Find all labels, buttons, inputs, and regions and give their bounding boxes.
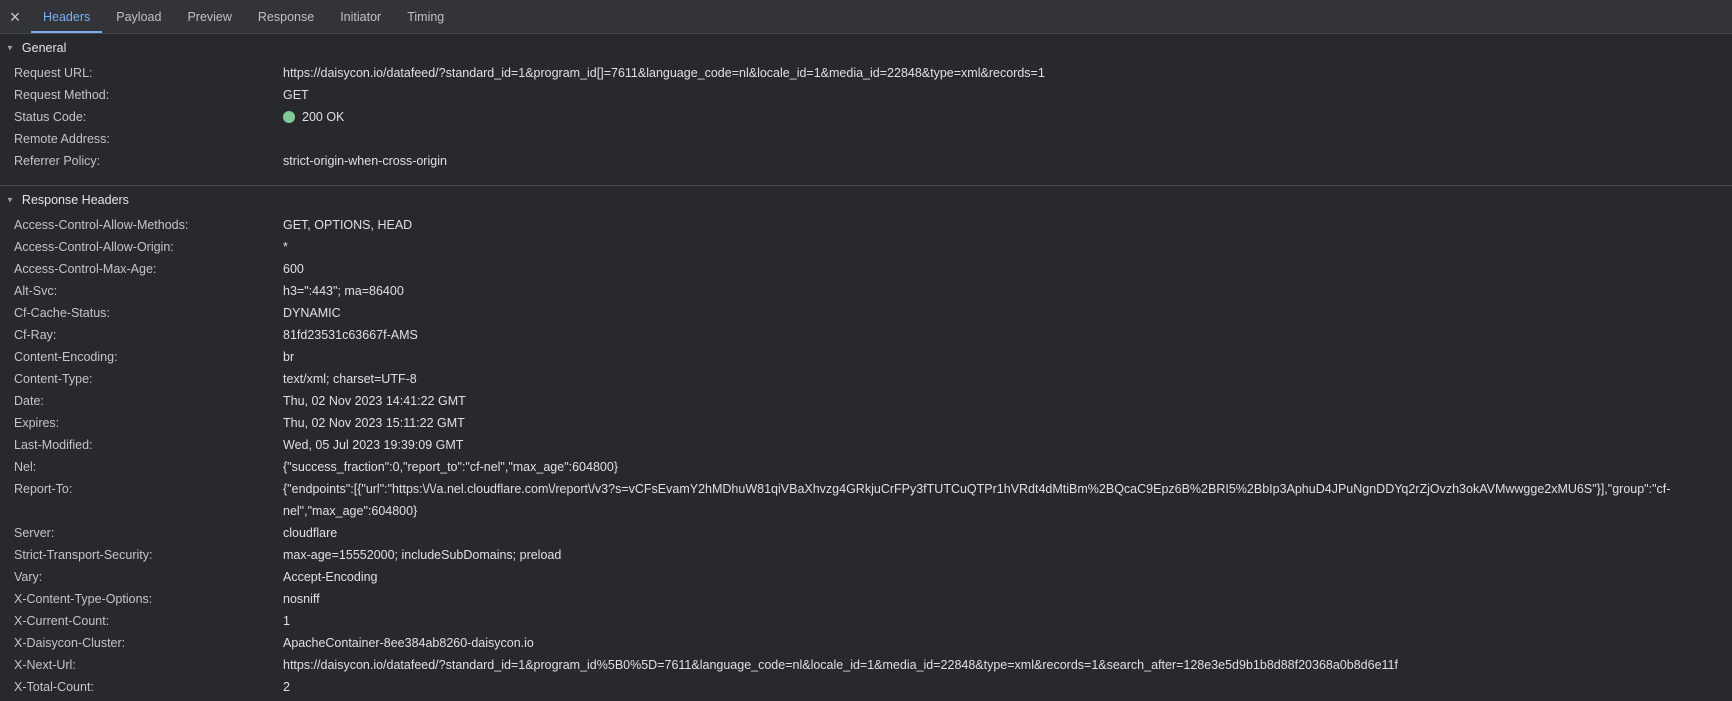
close-icon[interactable]: × [0, 0, 30, 33]
header-value: DYNAMIC [283, 302, 1722, 324]
header-name: Strict-Transport-Security: [14, 544, 283, 566]
header-value: strict-origin-when-cross-origin [283, 150, 1722, 172]
header-name: Content-Type: [14, 368, 283, 390]
header-name: Vary: [14, 566, 283, 588]
header-name: Request Method: [14, 84, 283, 106]
header-row: Expires:Thu, 02 Nov 2023 15:11:22 GMT [0, 412, 1732, 434]
header-value: cloudflare [283, 522, 1722, 544]
header-value: GET, OPTIONS, HEAD [283, 214, 1722, 236]
tab-timing[interactable]: Timing [395, 0, 456, 33]
header-value: 81fd23531c63667f-AMS [283, 324, 1722, 346]
header-row: Alt-Svc:h3=":443"; ma=86400 [0, 280, 1732, 302]
header-row: Cf-Ray:81fd23531c63667f-AMS [0, 324, 1732, 346]
header-name: Content-Encoding: [14, 346, 283, 368]
section-header-response-headers[interactable]: ▼ Response Headers [0, 186, 1732, 214]
header-name: Access-Control-Allow-Methods: [14, 214, 283, 236]
header-value: h3=":443"; ma=86400 [283, 280, 1722, 302]
header-value: https://daisycon.io/datafeed/?standard_i… [283, 654, 1722, 676]
header-value: {"endpoints":[{"url":"https:\/\/a.nel.cl… [283, 478, 1722, 522]
header-name: X-Content-Type-Options: [14, 588, 283, 610]
header-value: 600 [283, 258, 1722, 280]
header-name: Remote Address: [14, 128, 283, 150]
header-value: Accept-Encoding [283, 566, 1722, 588]
header-value: ApacheContainer-8ee384ab8260-daisycon.io [283, 632, 1722, 654]
header-name: X-Daisycon-Cluster: [14, 632, 283, 654]
header-value: {"success_fraction":0,"report_to":"cf-ne… [283, 456, 1722, 478]
header-row: X-Next-Url:https://daisycon.io/datafeed/… [0, 654, 1732, 676]
headers-panel[interactable]: ▼GeneralRequest URL:https://daisycon.io/… [0, 34, 1732, 701]
header-name: X-Total-Count: [14, 676, 283, 698]
tab-headers[interactable]: Headers [31, 0, 102, 33]
header-row: Strict-Transport-Security:max-age=155520… [0, 544, 1732, 566]
header-name: Report-To: [14, 478, 283, 522]
header-name: Referrer Policy: [14, 150, 283, 172]
header-value: 200 OK [283, 106, 1722, 128]
header-row: Content-Type:text/xml; charset=UTF-8 [0, 368, 1732, 390]
header-name: Alt-Svc: [14, 280, 283, 302]
header-value [283, 128, 1722, 150]
tab-preview[interactable]: Preview [175, 0, 243, 33]
header-value: text/xml; charset=UTF-8 [283, 368, 1722, 390]
header-value: GET [283, 84, 1722, 106]
tab-response[interactable]: Response [246, 0, 326, 33]
header-row: Date:Thu, 02 Nov 2023 14:41:22 GMT [0, 390, 1732, 412]
header-value: Wed, 05 Jul 2023 19:39:09 GMT [283, 434, 1722, 456]
header-name: Cf-Cache-Status: [14, 302, 283, 324]
tab-strip: HeadersPayloadPreviewResponseInitiatorTi… [30, 0, 457, 33]
header-row: Request URL:https://daisycon.io/datafeed… [0, 62, 1732, 84]
header-name: X-Current-Count: [14, 610, 283, 632]
section-general: ▼ General Request URL:https://daisycon.io/… [0, 34, 1732, 185]
header-row: Report-To:{"endpoints":[{"url":"https:\/… [0, 478, 1732, 522]
header-row: X-Total-Count:2 [0, 676, 1732, 698]
header-row: Nel:{"success_fraction":0,"report_to":"c… [0, 456, 1732, 478]
header-row: Vary:Accept-Encoding [0, 566, 1732, 588]
header-value: * [283, 236, 1722, 258]
header-value: Thu, 02 Nov 2023 15:11:22 GMT [283, 412, 1722, 434]
header-row: X-Current-Count:1 [0, 610, 1732, 632]
header-row: X-Daisycon-Cluster:ApacheContainer-8ee38… [0, 632, 1732, 654]
header-row: Request Method:GET [0, 84, 1732, 106]
header-name: Date: [14, 390, 283, 412]
tab-payload[interactable]: Payload [104, 0, 173, 33]
tabbar: × HeadersPayloadPreviewResponseInitiator… [0, 0, 1732, 34]
header-value: 2 [283, 676, 1722, 698]
section-header-general[interactable]: ▼ General [0, 34, 1732, 62]
header-name: Server: [14, 522, 283, 544]
header-name: Access-Control-Allow-Origin: [14, 236, 283, 258]
header-name: Nel: [14, 456, 283, 478]
header-row: Referrer Policy:strict-origin-when-cross… [0, 150, 1732, 172]
status-ok-dot-icon [283, 111, 295, 123]
header-name: X-Next-Url: [14, 654, 283, 676]
header-row: Content-Encoding:br [0, 346, 1732, 368]
header-value: https://daisycon.io/datafeed/?standard_i… [283, 62, 1722, 84]
header-row: Access-Control-Max-Age:600 [0, 258, 1732, 280]
tab-initiator[interactable]: Initiator [328, 0, 393, 33]
header-value: nosniff [283, 588, 1722, 610]
disclosure-triangle-icon[interactable]: ▼ [6, 197, 14, 205]
header-row: Server:cloudflare [0, 522, 1732, 544]
header-row: Access-Control-Allow-Origin:* [0, 236, 1732, 258]
header-row: Access-Control-Allow-Methods:GET, OPTION… [0, 214, 1732, 236]
section-response-headers: ▼ Response Headers Access-Control-Allow-Me… [0, 185, 1732, 701]
disclosure-triangle-icon[interactable]: ▼ [6, 45, 14, 53]
header-name: Request URL: [14, 62, 283, 84]
header-name: Last-Modified: [14, 434, 283, 456]
header-row: Remote Address: [0, 128, 1732, 150]
header-value: Thu, 02 Nov 2023 14:41:22 GMT [283, 390, 1722, 412]
header-name: Status Code: [14, 106, 283, 128]
header-row: Cf-Cache-Status:DYNAMIC [0, 302, 1732, 324]
header-name: Access-Control-Max-Age: [14, 258, 283, 280]
header-row: Status Code: 200 OK [0, 106, 1732, 128]
section-title: Response Headers [22, 193, 129, 207]
network-request-detail-panel: × HeadersPayloadPreviewResponseInitiator… [0, 0, 1732, 701]
header-value: 1 [283, 610, 1722, 632]
header-row: Last-Modified:Wed, 05 Jul 2023 19:39:09 … [0, 434, 1732, 456]
status-text: 200 OK [302, 110, 344, 124]
header-value: max-age=15552000; includeSubDomains; pre… [283, 544, 1722, 566]
header-name: Expires: [14, 412, 283, 434]
section-title: General [22, 41, 66, 55]
header-row: X-Content-Type-Options:nosniff [0, 588, 1732, 610]
header-name: Cf-Ray: [14, 324, 283, 346]
header-value: br [283, 346, 1722, 368]
